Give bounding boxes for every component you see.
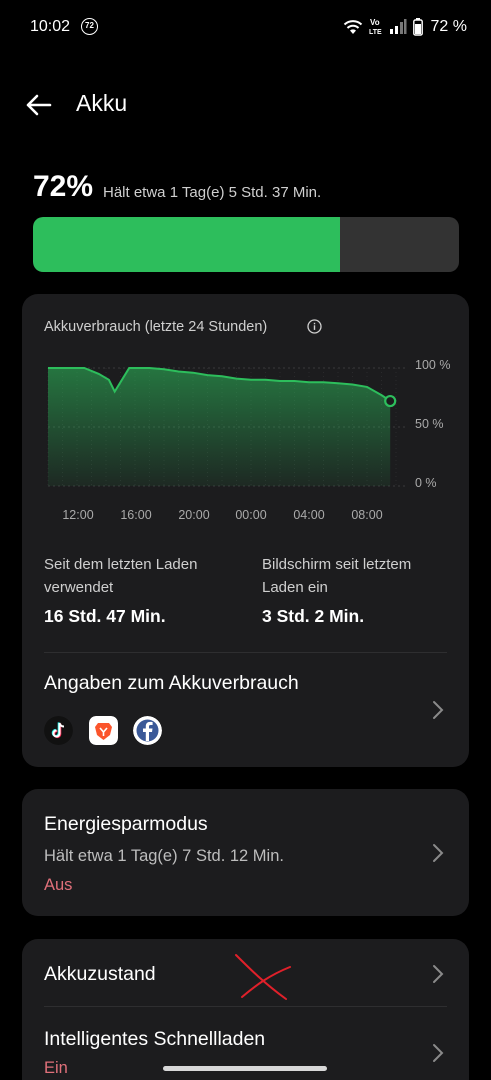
x-tick-label: 00:00 [235,508,266,522]
battery-health-title: Akkuzustand [44,963,156,985]
back-button[interactable] [22,88,56,122]
status-bar: 10:02 72 Vo LTE 72 % [0,0,491,56]
y-tick-label: 50 % [415,417,444,431]
smart-charging-status: Ein [44,1059,68,1077]
battery-remaining-text: Hält etwa 1 Tag(e) 5 Std. 37 Min. [103,184,322,201]
power-saver-card[interactable]: Energiesparmodus Hält etwa 1 Tag(e) 7 St… [22,789,469,916]
chart-title: Akkuverbrauch (letzte 24 Stunden) [44,319,268,335]
x-tick-label: 08:00 [351,508,382,522]
smart-charging-title: Intelligentes Schnellladen [44,1028,266,1050]
chevron-right-icon [433,1044,444,1062]
y-tick-label: 100 % [415,358,450,372]
x-tick-label: 04:00 [293,508,324,522]
usage-details-title: Angaben zum Akkuverbrauch [44,672,299,694]
battery-health-card: Akkuzustand Intelligentes Schnellladen E… [22,939,469,1080]
battery-level-bar [33,217,459,272]
x-tick-label: 20:00 [178,508,209,522]
chevron-right-icon [433,701,444,719]
chart-endpoint [384,394,397,408]
chevron-right-icon [433,965,444,983]
x-tick-label: 12:00 [62,508,93,522]
usage-chart: 100 % 50 % 0 % 12:00 16:00 20:00 00:00 0… [47,358,450,522]
screen-on-label: Bildschirm seit letztem Laden ein [262,556,412,596]
volte-top-text: Vo [370,18,380,27]
battery-settings-screen: 10:02 72 Vo LTE 72 % Akku 72% Hält etwa … [0,0,491,1080]
status-icons: Vo LTE 72 % [343,17,467,37]
arrow-left-icon [26,94,52,116]
battery-health-row[interactable]: Akkuzustand [22,939,469,1006]
battery-percent: 72% [33,170,94,203]
facebook-icon [133,716,162,745]
power-saver-subtitle: Hält etwa 1 Tag(e) 7 Std. 12 Min. [44,847,284,865]
red-cross-mark [235,954,291,1000]
info-icon[interactable] [307,319,322,334]
power-saver-status: Aus [44,876,73,894]
since-charge-label: Seit dem letzten Laden verwendet [44,556,198,596]
power-saver-title: Energiesparmodus [44,813,208,835]
status-battery-percent: 72 % [430,18,467,35]
notification-badge: 72 [81,18,98,35]
x-tick-label: 16:00 [120,508,151,522]
wifi-icon [343,20,362,34]
chevron-right-icon [433,844,444,862]
usage-details-row[interactable]: Angaben zum Akkuverbrauch [22,653,469,767]
signal-icon [389,19,407,34]
since-charge-value: 16 Std. 47 Min. [44,606,166,626]
battery-level-fill [33,217,340,272]
battery-icon [412,18,423,36]
page-title: Akku [76,90,128,116]
tiktok-icon [44,716,73,745]
volte-bottom-text: LTE [369,29,382,36]
status-time: 10:02 [30,18,71,35]
brave-icon [89,716,118,745]
y-tick-label: 0 % [415,476,437,490]
gesture-nav-bar[interactable] [163,1066,327,1071]
battery-usage-card: Akkuverbrauch (letzte 24 Stunden) 100 % … [22,294,469,767]
volte-icon: Vo LTE [369,18,382,36]
screen-on-value: 3 Std. 2 Min. [262,606,365,626]
chart-area [48,368,391,486]
